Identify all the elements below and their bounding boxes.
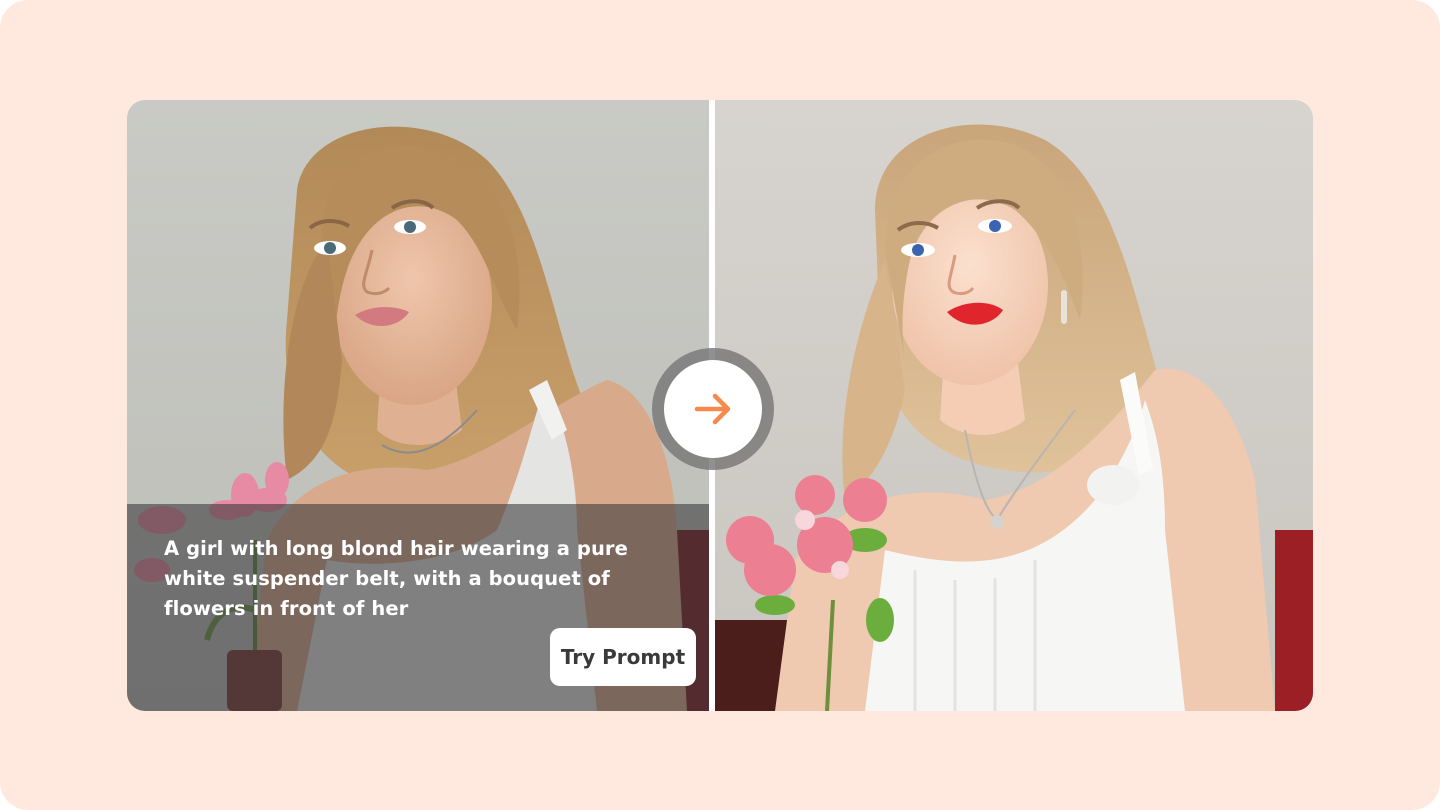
after-image — [715, 100, 1313, 711]
after-photo-illustration — [715, 100, 1313, 711]
arrow-right-badge — [652, 348, 774, 470]
before-image: A girl with long blond hair wearing a pu… — [127, 100, 709, 711]
page-background: A girl with long blond hair wearing a pu… — [0, 0, 1440, 810]
try-prompt-button[interactable]: Try Prompt — [550, 628, 696, 686]
prompt-overlay: A girl with long blond hair wearing a pu… — [127, 504, 709, 711]
arrow-right-circle — [664, 360, 762, 458]
prompt-text: A girl with long blond hair wearing a pu… — [164, 537, 628, 620]
arrow-right-icon — [694, 393, 731, 425]
